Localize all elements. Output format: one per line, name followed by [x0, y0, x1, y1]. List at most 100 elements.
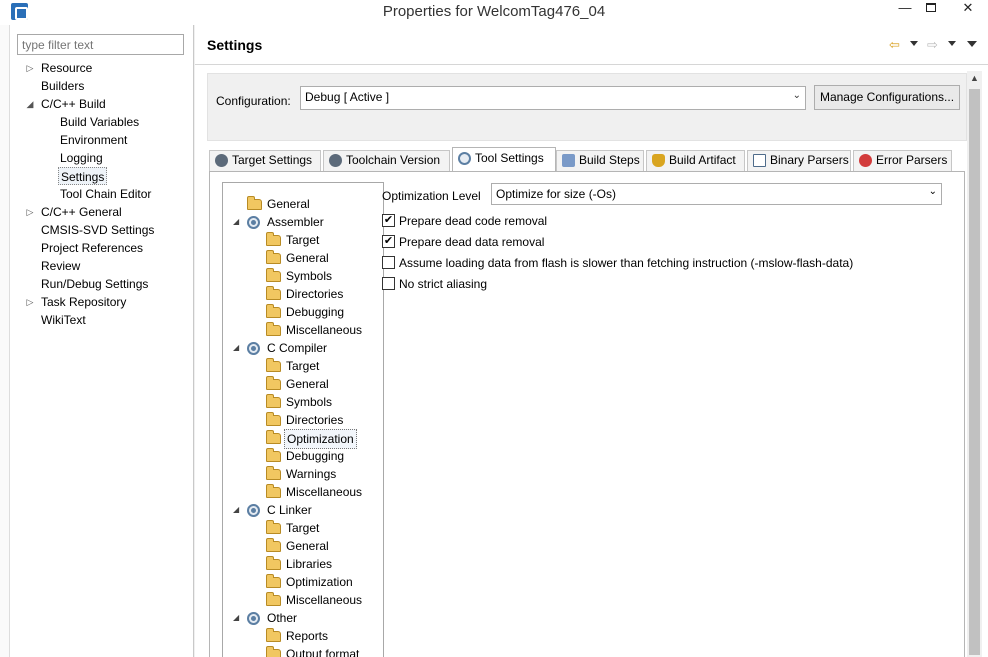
- nav-item-project-references[interactable]: Project References: [41, 239, 143, 257]
- collapse-arrow-icon[interactable]: ◢: [233, 339, 239, 357]
- error-icon: [859, 154, 872, 167]
- tree-label: Optimization: [284, 429, 357, 449]
- optimization-level-value: Optimize for size (-Os): [496, 187, 617, 201]
- back-arrow-icon[interactable]: ⇦: [889, 37, 900, 53]
- nav-item-build-variables[interactable]: Build Variables: [60, 113, 139, 131]
- tab-binary-parsers[interactable]: Binary Parsers: [747, 150, 851, 171]
- no-strict-aliasing-checkbox[interactable]: [382, 277, 395, 290]
- configuration-section: Configuration: Debug [ Active ] ⌄ Manage…: [207, 73, 967, 141]
- tree-label: Reports: [286, 629, 329, 643]
- tree-label: General: [286, 539, 329, 553]
- tree-label: C Linker: [267, 503, 312, 517]
- tree-label: Symbols: [286, 269, 333, 283]
- tree-label: General: [286, 251, 329, 265]
- dead-data-checkbox[interactable]: ✔: [382, 235, 395, 248]
- view-menu-icon[interactable]: [967, 41, 977, 47]
- nav-item-tool-chain-editor[interactable]: Tool Chain Editor: [60, 185, 151, 203]
- collapse-arrow-icon[interactable]: ◢: [233, 609, 239, 627]
- dead-code-checkbox[interactable]: ✔: [382, 214, 395, 227]
- tab-error-parsers[interactable]: Error Parsers: [853, 150, 952, 171]
- collapse-arrow-icon[interactable]: ◢: [233, 213, 239, 231]
- tree-label: Directories: [286, 413, 344, 427]
- properties-nav-panel: ▷ Resource Builders ◢ C/C++ Build Build …: [10, 25, 194, 657]
- folder-icon: [266, 268, 281, 282]
- nav-item-environment[interactable]: Environment: [60, 131, 127, 149]
- folder-icon: [266, 484, 281, 498]
- tree-label: General: [286, 377, 329, 391]
- tree-label: Miscellaneous: [286, 485, 363, 499]
- tree-label: Target: [286, 233, 320, 247]
- nav-item-wikitext[interactable]: WikiText: [41, 311, 86, 329]
- configuration-select[interactable]: Debug [ Active ] ⌄: [300, 86, 806, 110]
- tab-label: Binary Parsers: [770, 153, 849, 167]
- tree-label: Target: [286, 359, 320, 373]
- collapse-arrow-icon[interactable]: ◢: [25, 95, 35, 113]
- tab-label: Build Steps: [579, 153, 640, 167]
- trophy-icon: [652, 154, 665, 167]
- header-divider: [195, 64, 988, 65]
- tool-icon: [247, 216, 260, 229]
- tree-label: Assembler: [267, 215, 324, 229]
- back-history-dropdown-icon[interactable]: [910, 41, 918, 46]
- nav-label: C/C++ General: [41, 205, 122, 219]
- expand-arrow-icon[interactable]: ▷: [25, 293, 35, 311]
- manage-configurations-button[interactable]: Manage Configurations...: [814, 85, 960, 110]
- nav-item-review[interactable]: Review: [41, 257, 80, 275]
- toolchain-version-icon: [329, 154, 342, 167]
- folder-icon: [266, 358, 281, 372]
- folder-icon: [266, 304, 281, 318]
- target-settings-icon: [215, 154, 228, 167]
- folder-icon: [266, 376, 281, 390]
- vertical-scrollbar[interactable]: ▲: [967, 71, 982, 657]
- tree-label: Debugging: [286, 305, 345, 319]
- tree-label: Warnings: [286, 467, 337, 481]
- folder-icon: [266, 466, 281, 480]
- option-label: No strict aliasing: [399, 277, 488, 291]
- forward-arrow-icon[interactable]: ⇨: [927, 37, 938, 53]
- folder-icon: [266, 448, 281, 462]
- maximize-button[interactable]: [916, 0, 946, 18]
- tree-label: Other: [267, 611, 298, 625]
- close-button[interactable]: ✕: [948, 0, 988, 18]
- tool-settings-panel: General ◢ Assembler Target General Symbo…: [209, 171, 965, 657]
- tool-icon: [247, 504, 260, 517]
- folder-icon: [266, 556, 281, 570]
- forward-history-dropdown-icon[interactable]: [948, 41, 956, 46]
- collapse-arrow-icon[interactable]: ◢: [233, 501, 239, 519]
- tab-toolchain-version[interactable]: Toolchain Version: [323, 150, 450, 171]
- tree-label: Libraries: [286, 557, 333, 571]
- tab-label: Target Settings: [232, 153, 313, 167]
- tab-tool-settings[interactable]: Tool Settings: [452, 147, 556, 171]
- tab-build-artifact[interactable]: Build Artifact: [646, 150, 745, 171]
- option-label: Assume loading data from flash is slower…: [399, 256, 854, 270]
- slow-flash-data-checkbox[interactable]: [382, 256, 395, 269]
- nav-item-builders[interactable]: Builders: [41, 77, 84, 95]
- nav-label: C/C++ Build: [41, 97, 106, 111]
- nav-label: Resource: [41, 61, 93, 75]
- tree-label: Optimization: [286, 575, 353, 589]
- tree-label: Directories: [286, 287, 344, 301]
- optimization-level-select[interactable]: Optimize for size (-Os) ⌄: [491, 183, 942, 205]
- folder-icon: [266, 574, 281, 588]
- filter-input[interactable]: [17, 34, 184, 55]
- tab-label: Build Artifact: [669, 153, 736, 167]
- folder-icon: [266, 628, 281, 642]
- nav-item-logging[interactable]: Logging: [60, 149, 103, 167]
- nav-item-run-debug-settings[interactable]: Run/Debug Settings: [41, 275, 148, 293]
- tree-label: Output format: [286, 647, 360, 657]
- scroll-thumb[interactable]: [969, 89, 980, 655]
- nav-label: Task Repository: [41, 295, 127, 309]
- settings-page: Settings ⇦ ⇨ Configuration: Debug [ Acti…: [195, 25, 988, 657]
- nav-item-settings[interactable]: Settings: [58, 167, 108, 185]
- expand-arrow-icon[interactable]: ▷: [25, 59, 35, 77]
- folder-icon: [266, 538, 281, 552]
- tree-label: Target: [286, 521, 320, 535]
- scroll-up-arrow-icon[interactable]: ▲: [970, 73, 979, 83]
- tree-label: Symbols: [286, 395, 333, 409]
- folder-icon: [266, 430, 281, 444]
- tab-target-settings[interactable]: Target Settings: [209, 150, 321, 171]
- tool-settings-tree: General ◢ Assembler Target General Symbo…: [222, 182, 384, 657]
- tab-build-steps[interactable]: Build Steps: [556, 150, 644, 171]
- expand-arrow-icon[interactable]: ▷: [25, 203, 35, 221]
- nav-item-cmsis-svd-settings[interactable]: CMSIS-SVD Settings: [41, 221, 154, 239]
